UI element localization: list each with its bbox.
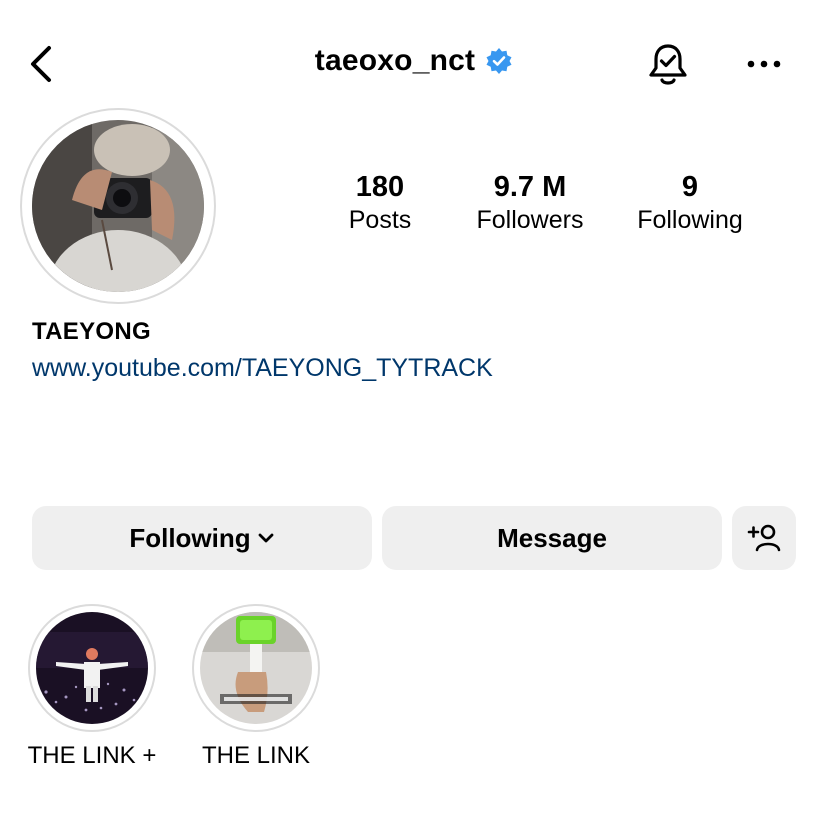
chevron-down-icon (258, 533, 274, 543)
more-options-button[interactable] (740, 44, 788, 84)
stat-posts[interactable]: 180 Posts (330, 170, 430, 236)
more-dots-icon (747, 60, 781, 68)
bell-check-icon (649, 44, 687, 85)
suggested-users-button[interactable] (732, 506, 796, 570)
profile-header: taeoxo_nct (0, 44, 828, 78)
avatar (32, 120, 204, 292)
verified-badge-icon (485, 47, 513, 75)
followers-label: Followers (476, 206, 584, 234)
stat-followers[interactable]: 9.7 M Followers (465, 170, 595, 236)
following-button-label: Following (129, 522, 251, 553)
message-button-label: Message (497, 522, 607, 553)
stat-following[interactable]: 9 Following (625, 170, 755, 236)
following-button[interactable]: Following (32, 506, 372, 570)
notifications-button[interactable] (644, 40, 692, 90)
posts-count: 180 (355, 171, 405, 203)
highlight-ring (192, 604, 320, 732)
bio-link[interactable]: www.youtube.com/TAEYONG_TYTRACK (32, 354, 493, 383)
highlight-item[interactable]: THE LINK (181, 604, 331, 770)
message-button[interactable]: Message (382, 506, 722, 570)
person-add-icon (747, 524, 781, 552)
highlight-label: THE LINK (201, 742, 311, 769)
highlight-ring (28, 604, 156, 732)
highlight-cover (36, 612, 148, 724)
followers-count: 9.7 M (493, 171, 567, 203)
highlight-item[interactable]: THE LINK + (17, 604, 167, 770)
posts-label: Posts (348, 206, 412, 234)
highlight-cover (200, 612, 312, 724)
username: taeoxo_nct (314, 44, 476, 77)
following-count: 9 (681, 171, 699, 203)
highlight-label: THE LINK + (27, 742, 157, 769)
profile-avatar[interactable] (20, 108, 216, 304)
display-name: TAEYONG (32, 318, 151, 345)
following-label: Following (637, 206, 743, 234)
